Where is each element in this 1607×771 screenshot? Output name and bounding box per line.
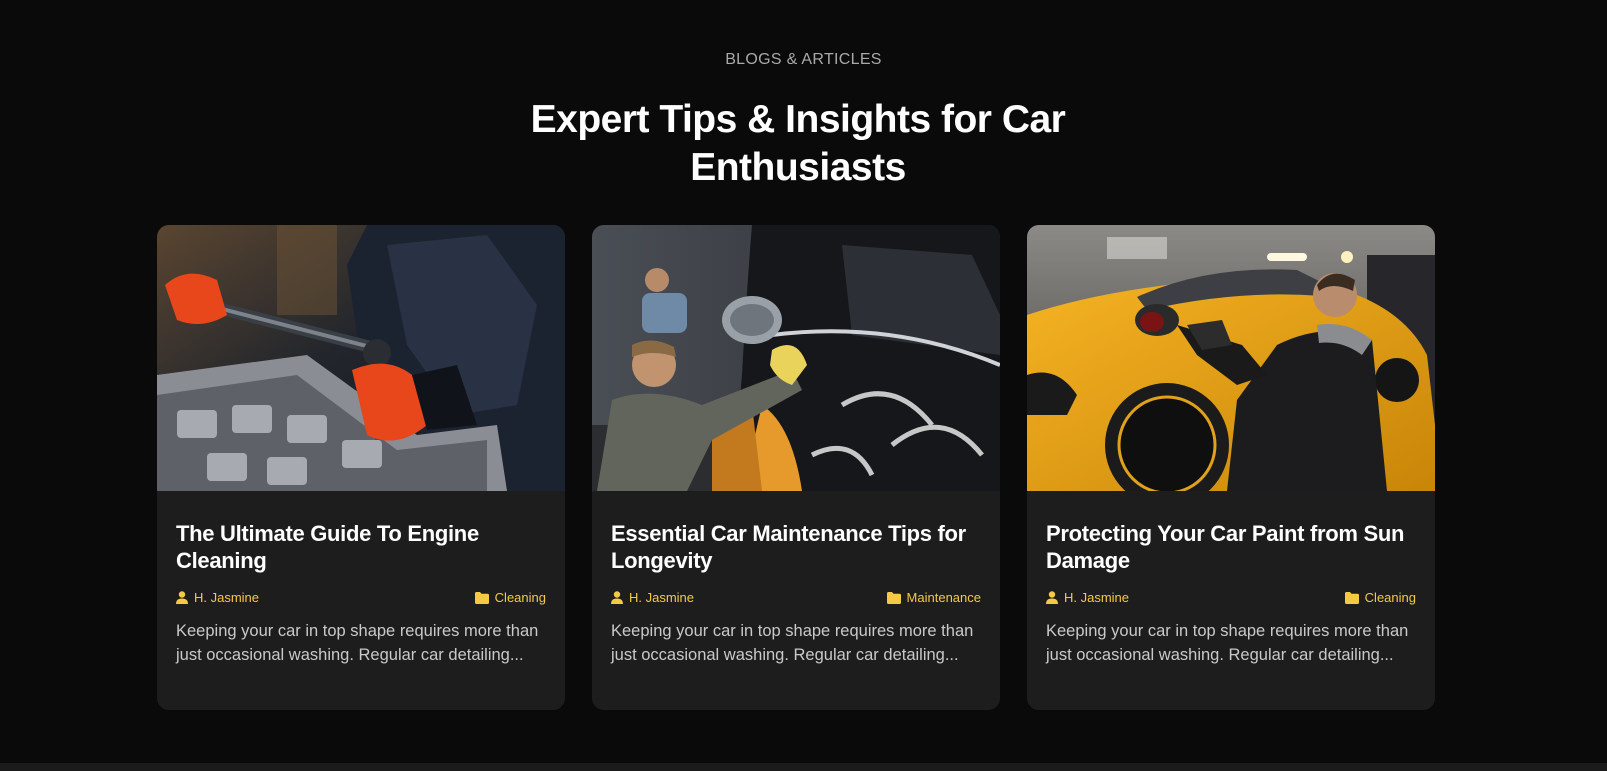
blog-card[interactable]: Protecting Your Car Paint from Sun Damag…	[1027, 225, 1435, 710]
blog-card-image[interactable]	[1027, 225, 1435, 491]
category-link[interactable]: Maintenance	[886, 590, 981, 605]
author-name: H. Jasmine	[1064, 590, 1130, 605]
category-link[interactable]: Cleaning	[1344, 590, 1416, 605]
blog-card-meta: H. Jasmine Maintenance	[611, 590, 981, 605]
blog-card-excerpt: Keeping your car in top shape requires m…	[611, 622, 974, 664]
blog-card-meta: H. Jasmine Cleaning	[1046, 590, 1416, 605]
blog-card-meta: H. Jasmine Cleaning	[176, 590, 546, 605]
user-icon	[1046, 591, 1058, 604]
folder-icon	[1344, 591, 1359, 604]
user-icon	[611, 591, 623, 604]
blog-card[interactable]: The Ultimate Guide To Engine Cleaning H.…	[157, 225, 565, 710]
folder-icon	[474, 591, 489, 604]
author-name: H. Jasmine	[194, 590, 260, 605]
user-icon	[176, 591, 188, 604]
folder-icon	[886, 591, 901, 604]
section-headline: Expert Tips & Insights for Car Enthusias…	[530, 98, 1066, 189]
category-name: Maintenance	[906, 590, 981, 605]
author-link[interactable]: H. Jasmine	[611, 590, 694, 605]
blog-card-image[interactable]	[592, 225, 1000, 491]
blog-card-title[interactable]: The Ultimate Guide To Engine Cleaning	[176, 520, 546, 574]
author-link[interactable]: H. Jasmine	[1046, 590, 1129, 605]
category-link[interactable]: Cleaning	[474, 590, 546, 605]
blog-card-title[interactable]: Essential Car Maintenance Tips for Longe…	[611, 520, 981, 574]
author-name: H. Jasmine	[629, 590, 695, 605]
section-eyebrow: BLOGS & ARTICLES	[725, 51, 882, 68]
blog-card-list: The Ultimate Guide To Engine Cleaning H.…	[157, 225, 1435, 710]
author-link[interactable]: H. Jasmine	[176, 590, 259, 605]
blog-card-excerpt: Keeping your car in top shape requires m…	[176, 622, 539, 664]
footer-divider	[0, 763, 1607, 771]
category-name: Cleaning	[494, 590, 546, 605]
blog-section: BLOGS & ARTICLES Expert Tips & Insights …	[0, 0, 1607, 771]
blog-card[interactable]: Essential Car Maintenance Tips for Longe…	[592, 225, 1000, 710]
blog-card-excerpt: Keeping your car in top shape requires m…	[1046, 622, 1409, 664]
blog-card-title[interactable]: Protecting Your Car Paint from Sun Damag…	[1046, 520, 1416, 574]
category-name: Cleaning	[1364, 590, 1416, 605]
blog-card-image[interactable]	[157, 225, 565, 491]
